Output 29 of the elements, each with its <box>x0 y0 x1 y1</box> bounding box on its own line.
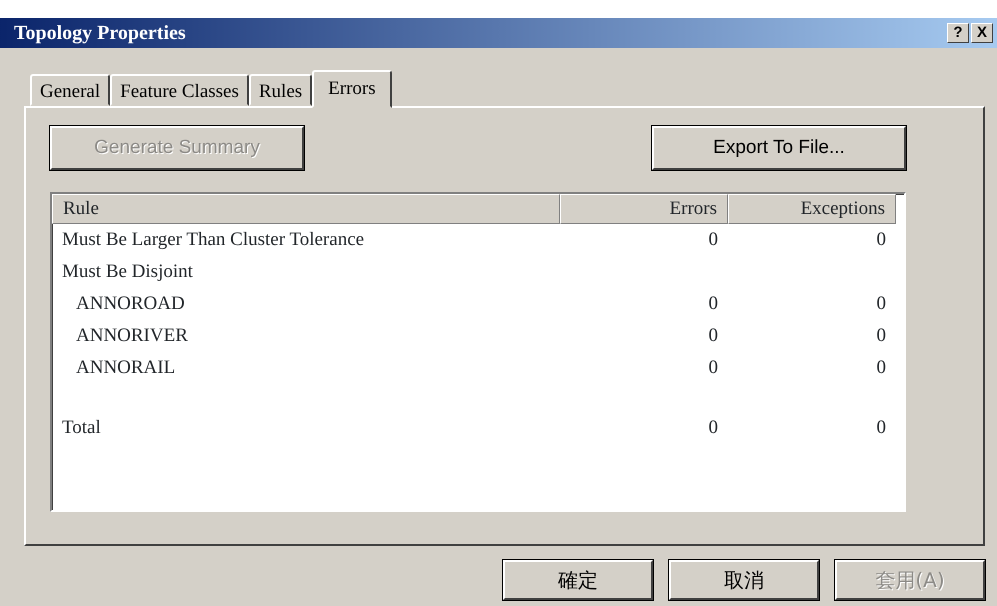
tab[interactable]: General <box>30 74 110 106</box>
table-cell-text: Must Be Larger Than Cluster Tolerance <box>61 229 366 250</box>
table-cell-text: 0 <box>876 293 887 314</box>
table-cell-text: ANNOROAD <box>75 293 186 314</box>
table-cell-text: 0 <box>876 417 887 438</box>
table-cell-text: ANNORAIL <box>75 357 176 378</box>
table-cell-text: Must Be Disjoint <box>61 261 194 282</box>
table-cell-text: 0 <box>708 293 719 314</box>
table-cell-text: 0 <box>876 357 887 378</box>
table-cell-text: 0 <box>876 325 887 346</box>
table-cell-text: Total <box>61 417 102 438</box>
table-cell-text: 0 <box>708 357 719 378</box>
tab[interactable]: Feature Classes <box>110 74 249 106</box>
column-header[interactable]: Errors <box>560 194 728 224</box>
column-header[interactable]: Rule <box>52 194 560 224</box>
table-cell-text: 0 <box>708 325 719 346</box>
window-title: Topology Properties <box>14 21 187 46</box>
table-cell-text: 0 <box>708 417 719 438</box>
table-cell-text: 0 <box>876 229 887 250</box>
tab[interactable]: Errors <box>312 70 392 108</box>
close-button[interactable]: X <box>971 23 993 43</box>
export-button[interactable]: Export To File... <box>652 126 906 170</box>
ok-button[interactable]: 確定 <box>503 560 653 600</box>
table-cell-text: 0 <box>708 229 719 250</box>
cancel-button[interactable]: 取消 <box>669 560 819 600</box>
column-header[interactable]: Exceptions <box>728 194 896 224</box>
tab[interactable]: Rules <box>248 74 312 106</box>
help-button[interactable]: ? <box>947 23 969 43</box>
table-cell-text: ANNORIVER <box>75 325 189 346</box>
